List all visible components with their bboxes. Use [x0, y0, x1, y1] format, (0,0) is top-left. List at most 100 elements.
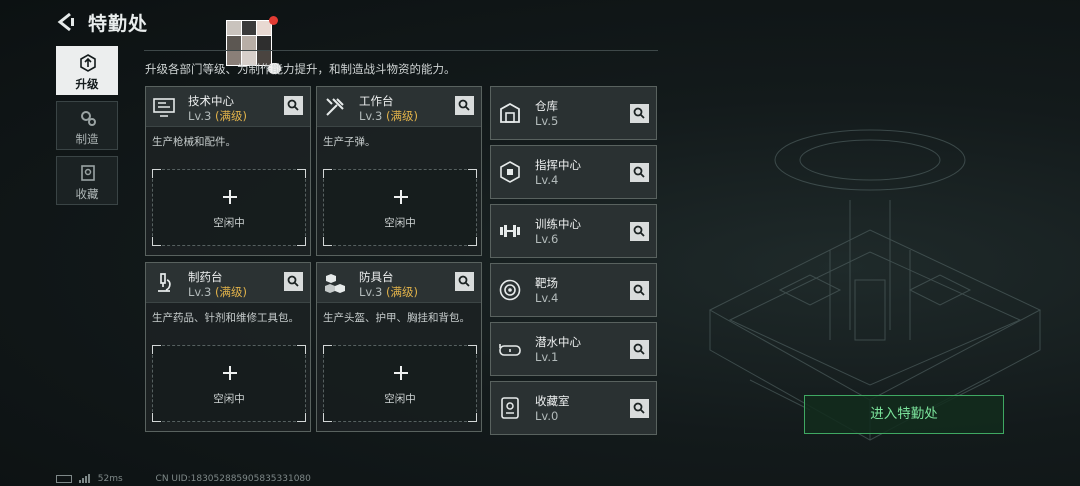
- tools-icon: [326, 98, 344, 116]
- corner-mark: [152, 413, 161, 422]
- workshop-level: Lv.3 (满级): [359, 108, 418, 124]
- search-icon: [633, 402, 645, 414]
- user-id: CN UID:18305288590583533108​0: [155, 474, 311, 484]
- facility-name: 潜水中心: [535, 335, 581, 349]
- production-slot[interactable]: 空闲中: [323, 345, 477, 422]
- workshop-card-armor-bench[interactable]: 防具台 Lv.3 (满级) 生产头盔、护甲、胸挂和背包。 空闲中: [316, 262, 482, 432]
- production-slot[interactable]: 空闲中: [152, 345, 306, 422]
- search-icon: [458, 275, 470, 287]
- workshop-description: 生产药品、针剂和维修工具包。: [152, 312, 299, 324]
- workshop-name: 工作台: [359, 94, 394, 108]
- facility-level: Lv.0: [535, 409, 559, 423]
- enter-special-ops-button[interactable]: 进入特勤处: [804, 395, 1004, 434]
- inspect-button[interactable]: [455, 96, 474, 115]
- facility-training-center[interactable]: 训练中心 Lv.6: [490, 204, 657, 258]
- inspect-button[interactable]: [630, 281, 649, 300]
- search-icon: [633, 284, 645, 296]
- slot-status: 空闲中: [384, 393, 416, 405]
- page-description: 升级各部门等级、为制作能力提升，和制造战斗物资的能力。: [145, 62, 456, 76]
- nav-upgrade[interactable]: 升级: [56, 46, 118, 95]
- facility-name: 靶场: [535, 276, 558, 290]
- search-icon: [633, 107, 645, 119]
- signal-icon: [78, 474, 90, 483]
- production-slot[interactable]: 空闲中: [323, 169, 477, 246]
- inspect-button[interactable]: [630, 399, 649, 418]
- plus-icon: [394, 366, 408, 380]
- facility-level: Lv.5: [535, 114, 559, 128]
- corner-mark: [323, 237, 332, 246]
- level-value: Lv.3: [188, 109, 212, 123]
- facility-collection-room[interactable]: 收藏室 Lv.0: [490, 381, 657, 435]
- search-icon: [287, 275, 299, 287]
- status-footer: 52ms CN UID:18305288590583533108​0: [56, 474, 311, 484]
- card-header: 制药台 Lv.3 (满级): [146, 263, 310, 303]
- chip-icon: [500, 161, 520, 183]
- facility-name: 训练中心: [535, 217, 581, 231]
- corner-mark: [297, 237, 306, 246]
- corner-mark: [323, 169, 332, 178]
- gears-icon: [81, 111, 96, 126]
- back-arrow-icon[interactable]: [56, 11, 78, 33]
- battery-icon: [56, 474, 72, 483]
- workshop-name: 制药台: [188, 270, 223, 284]
- facility-level: Lv.4: [535, 173, 559, 187]
- nav-label: 升级: [75, 77, 99, 91]
- facility-command-center[interactable]: 指挥中心 Lv.4: [490, 145, 657, 199]
- target-icon: [499, 279, 521, 301]
- max-level-badge: (满级): [214, 285, 247, 299]
- plus-icon: [223, 366, 237, 380]
- workshop-description: 生产子弹。: [323, 136, 376, 148]
- facility-warehouse[interactable]: 仓库 Lv.5: [490, 86, 657, 140]
- nav-label: 收藏: [75, 187, 99, 201]
- max-level-badge: (满级): [385, 109, 418, 123]
- facility-shooting-range[interactable]: 靶场 Lv.4: [490, 263, 657, 317]
- inspect-button[interactable]: [630, 222, 649, 241]
- workshop-name: 防具台: [359, 270, 394, 284]
- ping-value: 52ms: [97, 474, 123, 484]
- corner-mark: [468, 413, 477, 422]
- slot-status: 空闲中: [213, 217, 245, 229]
- workshop-level: Lv.3 (满级): [188, 284, 247, 300]
- slot-status: 空闲中: [384, 217, 416, 229]
- inspect-button[interactable]: [630, 104, 649, 123]
- display-case-icon: [501, 397, 519, 419]
- facility-level: Lv.6: [535, 232, 559, 246]
- nav-collection[interactable]: 收藏: [56, 156, 118, 205]
- microscope-icon: [158, 273, 171, 292]
- search-icon: [458, 99, 470, 111]
- workshop-card-workbench[interactable]: 工作台 Lv.3 (满级) 生产子弹。 空闲中: [316, 86, 482, 256]
- inspect-button[interactable]: [284, 272, 303, 291]
- workshop-level: Lv.3 (满级): [188, 108, 247, 124]
- corner-mark: [152, 237, 161, 246]
- card-header: 工作台 Lv.3 (满级): [317, 87, 481, 127]
- facility-name: 收藏室: [535, 394, 570, 408]
- corner-mark: [468, 237, 477, 246]
- corner-mark: [468, 345, 477, 354]
- workshop-level: Lv.3 (满级): [359, 284, 418, 300]
- slot-status: 空闲中: [213, 393, 245, 405]
- corner-mark: [152, 169, 161, 178]
- inspect-button[interactable]: [284, 96, 303, 115]
- corner-mark: [152, 345, 161, 354]
- card-header: 技术中心 Lv.3 (满级): [146, 87, 310, 127]
- max-level-badge: (满级): [385, 285, 418, 299]
- workshop-card-pharmacy[interactable]: 制药台 Lv.3 (满级) 生产药品、针剂和维修工具包。 空闲中: [145, 262, 311, 432]
- notification-dot: [269, 16, 278, 25]
- dumbbell-icon: [500, 225, 520, 237]
- search-icon: [287, 99, 299, 111]
- nav-manufacture[interactable]: 制造: [56, 101, 118, 150]
- facility-name: 指挥中心: [535, 158, 581, 172]
- monitor-icon: [153, 98, 175, 117]
- inspect-button[interactable]: [455, 272, 474, 291]
- production-slot[interactable]: 空闲中: [152, 169, 306, 246]
- inspect-button[interactable]: [630, 163, 649, 182]
- level-value: Lv.3: [359, 109, 383, 123]
- facility-diving-center[interactable]: 潜水中心 Lv.1: [490, 322, 657, 376]
- card-header: 防具台 Lv.3 (满级): [317, 263, 481, 303]
- plus-icon: [394, 190, 408, 204]
- armor-blocks-icon: [325, 274, 345, 293]
- max-level-badge: (满级): [214, 109, 247, 123]
- workshop-description: 生产枪械和配件。: [152, 136, 236, 148]
- inspect-button[interactable]: [630, 340, 649, 359]
- workshop-card-tech-center[interactable]: 技术中心 Lv.3 (满级) 生产枪械和配件。 空闲中: [145, 86, 311, 256]
